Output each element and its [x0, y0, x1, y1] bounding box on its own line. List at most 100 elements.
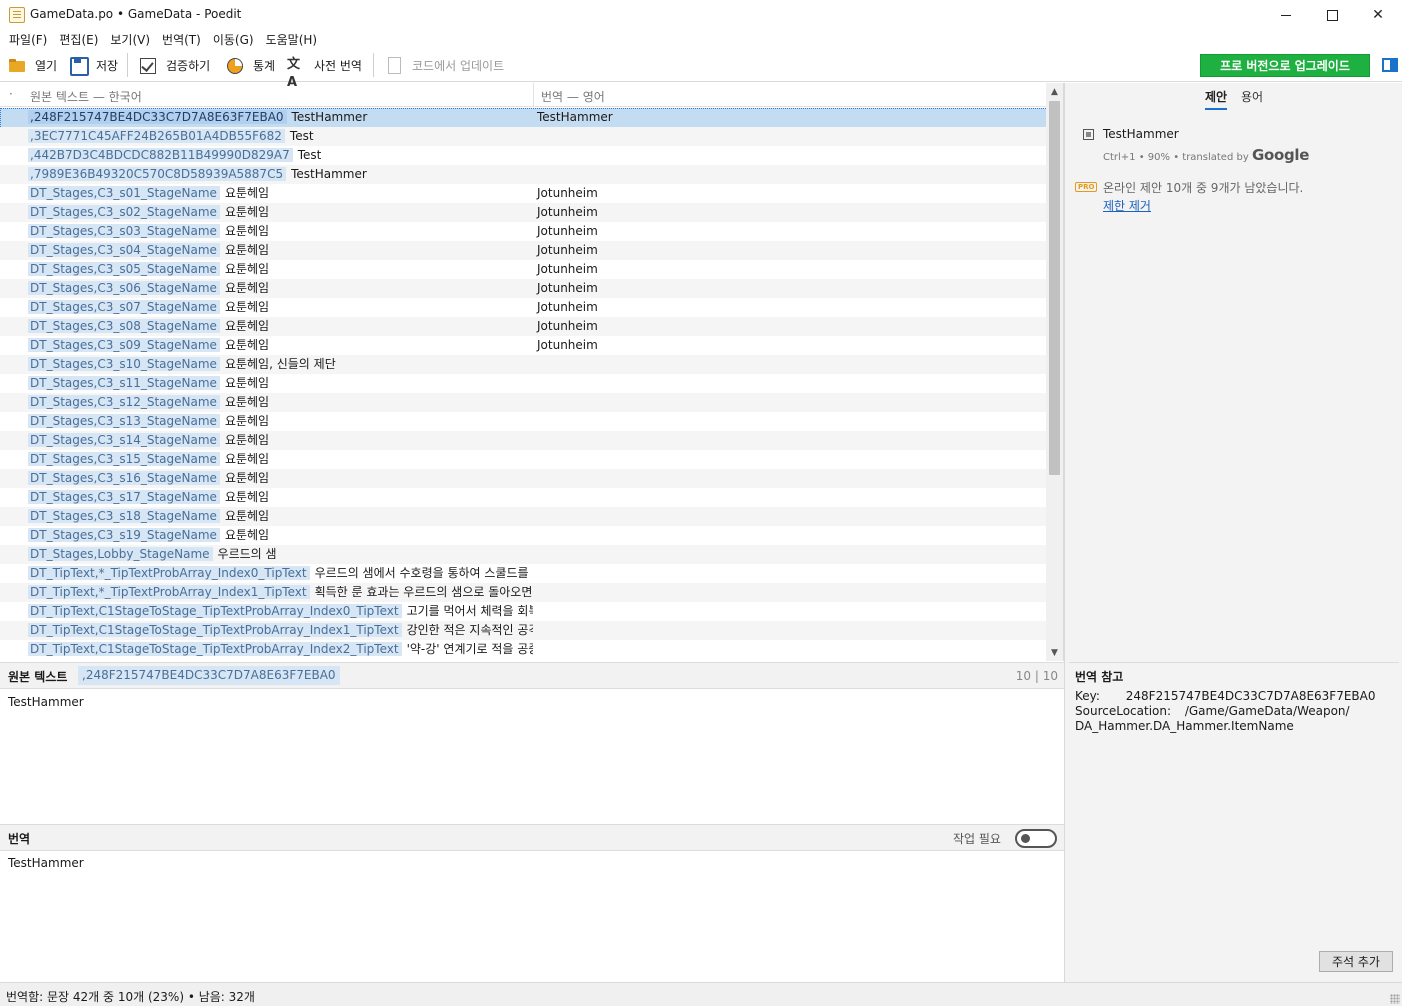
row-source-cell: DT_Stages,C3_s11_StageName 요툰헤임 — [28, 374, 533, 393]
row-source-text: 요툰헤임 — [224, 205, 270, 219]
list-row[interactable]: DT_Stages,C3_s08_StageName 요툰헤임 Jotunheim — [0, 317, 1046, 336]
list-row[interactable]: DT_Stages,C3_s01_StageName 요툰헤임 Jotunheim — [0, 184, 1046, 203]
tab-suggestions[interactable]: 제안 — [1205, 88, 1228, 110]
needs-work-toggle[interactable] — [1015, 829, 1057, 848]
list-row[interactable]: DT_Stages,C3_s11_StageName 요툰헤임 — [0, 374, 1046, 393]
translation-column-header[interactable]: 번역 — 영어 — [541, 88, 605, 105]
list-row[interactable]: DT_Stages,C3_s18_StageName 요툰헤임 — [0, 507, 1046, 526]
list-row[interactable]: DT_TipText,*_TipTextProbArray_Index1_Tip… — [0, 583, 1046, 602]
sidebar-toggle-icon[interactable] — [1382, 58, 1398, 72]
list-row[interactable]: DT_TipText,C1StageToStage_TipTextProbArr… — [0, 621, 1046, 640]
source-column-header[interactable]: 원본 텍스트 — 한국어 — [30, 88, 142, 105]
list-row[interactable]: DT_Stages,C3_s10_StageName 요툰헤임, 신들의 제단 — [0, 355, 1046, 374]
row-source-cell: DT_Stages,C3_s08_StageName 요툰헤임 — [28, 317, 533, 336]
save-label: 저장 — [96, 58, 119, 73]
menu-file[interactable]: 파일(F) — [3, 30, 53, 50]
status-column-header[interactable]: · — [9, 87, 13, 101]
list-row[interactable]: DT_Stages,C3_s12_StageName 요툰헤임 — [0, 393, 1046, 412]
list-row[interactable]: DT_Stages,C3_s14_StageName 요툰헤임 — [0, 431, 1046, 450]
status-bar: 번역함: 문장 42개 중 10개 (23%) • 남음: 32개 — [0, 982, 1402, 1006]
status-text: 번역함: 문장 42개 중 10개 (23%) • 남음: 32개 — [6, 990, 255, 1004]
checkbox-icon — [139, 56, 157, 74]
menu-edit[interactable]: 편집(E) — [53, 30, 104, 50]
scroll-down-icon[interactable]: ▼ — [1046, 644, 1063, 661]
list-row[interactable]: DT_Stages,C3_s13_StageName 요툰헤임 — [0, 412, 1046, 431]
row-context-tag: DT_Stages,C3_s17_StageName — [28, 490, 220, 504]
row-source-cell: DT_Stages,C3_s06_StageName 요툰헤임 — [28, 279, 533, 298]
maximize-button[interactable] — [1309, 0, 1355, 30]
pretranslate-button[interactable]: 文A 사전 번역 — [287, 54, 362, 90]
list-row[interactable]: ,248F215747BE4DC33C7D7A8E63F7EBA0 TestHam… — [0, 108, 1048, 129]
list-row[interactable]: DT_Stages,C3_s09_StageName 요툰헤임 Jotunheim — [0, 336, 1046, 355]
translation-text-field[interactable]: TestHammer — [0, 852, 1064, 982]
row-context-tag: DT_Stages,C3_s18_StageName — [28, 509, 220, 523]
menu-translate[interactable]: 번역(T) — [156, 30, 207, 50]
row-source-text: 획득한 룬 효과는 우르드의 샘으로 돌아오면... — [314, 585, 533, 599]
scrollbar-thumb[interactable] — [1049, 101, 1060, 475]
row-source-cell: DT_Stages,C3_s03_StageName 요툰헤임 — [28, 222, 533, 241]
toolbar-separator — [373, 53, 374, 77]
list-scrollbar[interactable]: ▲ ▼ — [1046, 83, 1063, 661]
column-divider[interactable] — [533, 83, 534, 107]
note-key-value: 248F215747BE4DC33C7D7A8E63F7EBA0 — [1125, 689, 1376, 703]
menu-help[interactable]: 도움말(H) — [260, 30, 324, 50]
row-context-tag: DT_TipText,*_TipTextProbArray_Index1_Tip… — [28, 585, 310, 599]
row-context-tag: DT_Stages,C3_s11_StageName — [28, 376, 220, 390]
list-row[interactable]: ,442B7D3C4BDCDC882B11B49990D829A7 Test — [0, 146, 1046, 165]
row-context-tag: DT_Stages,C3_s09_StageName — [28, 338, 220, 352]
row-source-cell: DT_Stages,C3_s07_StageName 요툰헤임 — [28, 298, 533, 317]
upgrade-button[interactable]: 프로 버전으로 업그레이드 — [1200, 54, 1370, 77]
update-from-code-button[interactable]: 코드에서 업데이트 — [385, 54, 504, 76]
open-button[interactable]: 열기 — [8, 54, 57, 76]
row-source-cell: ,442B7D3C4BDCDC882B11B49990D829A7 Test — [28, 146, 533, 165]
list-row[interactable]: DT_Stages,C3_s04_StageName 요툰헤임 Jotunheim — [0, 241, 1046, 260]
list-row[interactable]: DT_Stages,C3_s16_StageName 요툰헤임 — [0, 469, 1046, 488]
list-row[interactable]: DT_TipText,C1StageToStage_TipTextProbArr… — [0, 602, 1046, 621]
scroll-up-icon[interactable]: ▲ — [1046, 83, 1063, 100]
row-source-text: TestHammer — [291, 167, 367, 181]
row-context-tag: DT_Stages,C3_s02_StageName — [28, 205, 220, 219]
list-row[interactable]: DT_Stages,Lobby_StageName 우르드의 샘 — [0, 545, 1046, 564]
menu-go[interactable]: 이동(G) — [207, 30, 260, 50]
divider — [1069, 662, 1399, 663]
menu-view[interactable]: 보기(V) — [104, 30, 156, 50]
row-context-tag: DT_Stages,C3_s06_StageName — [28, 281, 220, 295]
minimize-button[interactable] — [1263, 0, 1309, 30]
row-context-tag: DT_TipText,C1StageToStage_TipTextProbArr… — [28, 642, 402, 656]
list-row[interactable]: DT_TipText,*_TipTextProbArray_Index0_Tip… — [0, 564, 1046, 583]
folder-icon — [8, 56, 26, 74]
list-row[interactable]: DT_Stages,C3_s15_StageName 요툰헤임 — [0, 450, 1046, 469]
tab-terms[interactable]: 용어 — [1241, 88, 1263, 105]
row-source-text: 고기를 먹어서 체력을 회복... — [406, 604, 533, 618]
list-row[interactable]: DT_Stages,C3_s02_StageName 요툰헤임 Jotunheim — [0, 203, 1046, 222]
save-button[interactable]: 저장 — [69, 54, 118, 76]
pie-chart-icon — [226, 56, 244, 74]
add-comment-button[interactable]: 주석 추가 — [1319, 951, 1393, 972]
list-row[interactable]: DT_Stages,C3_s19_StageName 요툰헤임 — [0, 526, 1046, 545]
translation-editor-header: 번역 작업 필요 — [0, 824, 1064, 851]
list-row[interactable]: DT_Stages,C3_s07_StageName 요툰헤임 Jotunheim — [0, 298, 1046, 317]
row-source-text: Test — [297, 148, 322, 162]
list-row[interactable]: ,3EC7771C45AFF24B265B01A4DB55F682 Test — [0, 127, 1046, 146]
list-row[interactable]: DT_Stages,C3_s06_StageName 요툰헤임 Jotunheim — [0, 279, 1046, 298]
row-context-tag: DT_Stages,C3_s05_StageName — [28, 262, 220, 276]
stats-button[interactable]: 통계 — [226, 54, 275, 76]
row-source-cell: ,7989E36B49320C570C8D58939A5887C5 TestHam… — [28, 165, 533, 184]
remove-limit-link[interactable]: 제한 제거 — [1103, 197, 1151, 214]
resize-grip-icon[interactable] — [1390, 994, 1400, 1004]
row-source-text: 요툰헤임 — [224, 319, 270, 333]
validate-button[interactable]: 검증하기 — [139, 54, 210, 76]
row-source-cell: ,3EC7771C45AFF24B265B01A4DB55F682 Test — [28, 127, 533, 146]
list-row[interactable]: DT_TipText,C1StageToStage_TipTextProbArr… — [0, 640, 1046, 659]
row-context-tag: DT_Stages,C3_s15_StageName — [28, 452, 220, 466]
row-source-cell: DT_Stages,C3_s09_StageName 요툰헤임 — [28, 336, 533, 355]
list-row[interactable]: DT_Stages,C3_s03_StageName 요툰헤임 Jotunheim — [0, 222, 1046, 241]
list-row[interactable]: DT_Stages,C3_s05_StageName 요툰헤임 Jotunheim — [0, 260, 1046, 279]
source-text-view[interactable]: TestHammer — [0, 690, 1064, 824]
list-row[interactable]: ,7989E36B49320C570C8D58939A5887C5 TestHam… — [0, 165, 1046, 184]
close-button[interactable]: ✕ — [1355, 0, 1401, 30]
list-row[interactable]: DT_Stages,C3_s17_StageName 요툰헤임 — [0, 488, 1046, 507]
row-source-cell: DT_Stages,C3_s19_StageName 요툰헤임 — [28, 526, 533, 545]
row-context-tag: ,248F215747BE4DC33C7D7A8E63F7EBA0 — [28, 110, 287, 124]
google-logo: Google — [1251, 146, 1310, 164]
